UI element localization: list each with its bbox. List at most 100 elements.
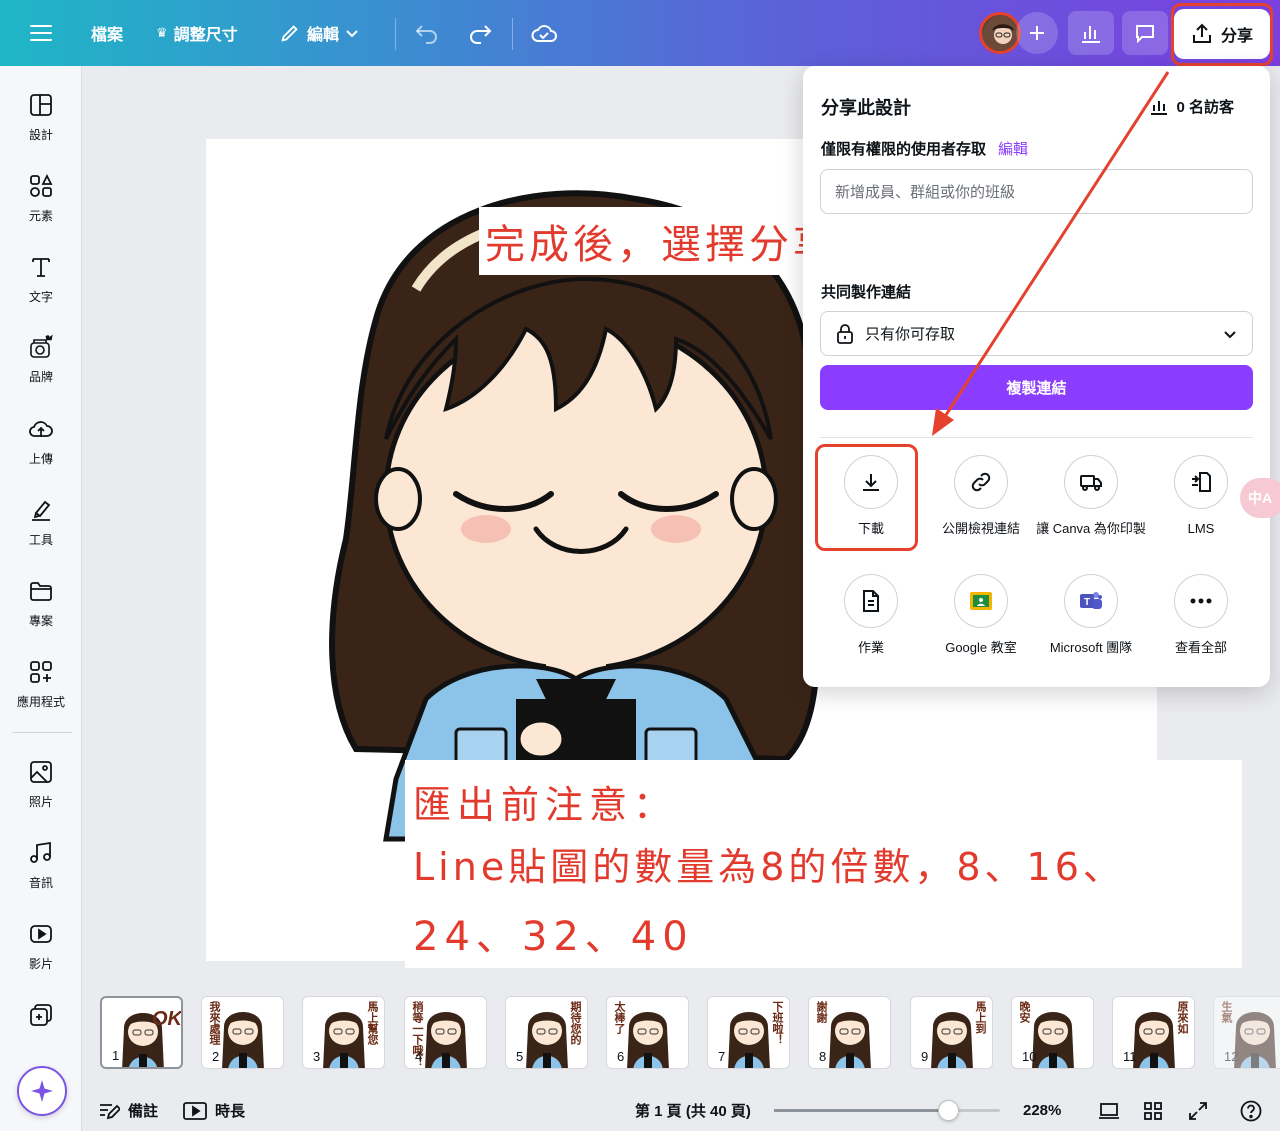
- thumbnail-number: 3: [313, 1049, 321, 1064]
- sidebar-item-design[interactable]: 設計: [0, 92, 82, 143]
- thumbnail-caption: 期待您的: [569, 1001, 581, 1045]
- page-view-button[interactable]: [1098, 1102, 1120, 1120]
- page-thumbnail[interactable]: 馬上幫您 3: [302, 996, 385, 1069]
- undo-icon: [415, 25, 437, 44]
- page-thumbnail[interactable]: 下班啦！ 7: [707, 996, 790, 1069]
- page-thumbnail[interactable]: 原來如 11: [1112, 996, 1195, 1069]
- folder-icon: [30, 582, 52, 601]
- access-edit-link[interactable]: 編輯: [998, 138, 1028, 159]
- add-collaborator-button[interactable]: [1016, 12, 1058, 54]
- sidebar-item-label: 品牌: [28, 370, 53, 384]
- document-icon: [863, 590, 879, 612]
- zoom-level[interactable]: 228%: [1023, 1102, 1061, 1119]
- note-line: 24、32、40: [413, 914, 694, 960]
- sidebar-item-elements[interactable]: 元素: [0, 173, 82, 224]
- option-label: 下載: [857, 521, 884, 536]
- lms-icon: [1192, 472, 1211, 492]
- edit-menu[interactable]: 編輯: [279, 0, 359, 66]
- duration-button[interactable]: 時長: [183, 1100, 245, 1121]
- visitor-count[interactable]: 0 名訪客: [1150, 96, 1234, 117]
- sidebar-item-projects[interactable]: 專案: [0, 578, 82, 629]
- page-thumbnail[interactable]: OK 1: [100, 996, 183, 1069]
- sidebar-item-label: 照片: [28, 795, 53, 809]
- sidebar-item-brand[interactable]: 品牌: [0, 334, 82, 385]
- thumbnail-caption: 太棒了: [613, 1001, 625, 1034]
- truck-icon: [1080, 475, 1102, 491]
- page-indicator[interactable]: 第 1 頁 (共 40 頁): [635, 1100, 751, 1121]
- page-thumbnail[interactable]: 期待您的 5: [505, 996, 588, 1069]
- add-people-placeholder: 新增成員、群組或你的班級: [835, 184, 1016, 201]
- page-thumbnail[interactable]: 謝謝 8: [808, 996, 891, 1069]
- page-thumbnail[interactable]: 生氣 12: [1213, 996, 1280, 1069]
- sidebar-item-photos[interactable]: 照片: [0, 759, 82, 810]
- cloud-save-status[interactable]: [530, 0, 558, 66]
- avatar[interactable]: [979, 12, 1021, 54]
- sparkle-icon: [31, 1080, 53, 1102]
- sidebar-item-videos[interactable]: 影片: [0, 921, 82, 972]
- thumbnail-caption: 謝謝: [815, 1001, 827, 1023]
- sidebar-item-label: 工具: [28, 533, 53, 547]
- copy-link-button[interactable]: 複製連結: [820, 365, 1253, 410]
- file-menu[interactable]: 檔案: [91, 0, 123, 66]
- link-access-value: 只有你可存取: [865, 326, 956, 343]
- bar-chart-icon: [1151, 100, 1168, 115]
- grid-view-button[interactable]: [1143, 1101, 1163, 1121]
- add-people-input[interactable]: 新增成員、群組或你的班級: [820, 169, 1253, 214]
- insights-button[interactable]: [1068, 11, 1114, 55]
- page-thumbnail[interactable]: 我來處理 2: [201, 996, 284, 1069]
- sidebar-item-tools[interactable]: 工具: [0, 497, 82, 548]
- magic-assistant-button[interactable]: [17, 1066, 67, 1116]
- translate-bubble[interactable]: 中A: [1240, 478, 1280, 518]
- zoom-slider[interactable]: [774, 1100, 1000, 1121]
- link-access-select[interactable]: 只有你可存取: [820, 311, 1253, 356]
- thumbnail-number: 2: [212, 1049, 220, 1064]
- sidebar-item-text[interactable]: 文字: [0, 254, 82, 305]
- page-info-label: 第 1 頁 (共 40 頁): [635, 1103, 751, 1120]
- comments-button[interactable]: [1122, 11, 1168, 55]
- share-option-see-all[interactable]: 查看全部: [1146, 574, 1256, 656]
- share-option-download[interactable]: 下載: [816, 455, 926, 537]
- note-line: 匯出前注意：: [413, 783, 678, 827]
- access-row: 僅限有權限的使用者存取 編輯: [821, 138, 1028, 159]
- text-icon: [32, 258, 50, 277]
- thumbnail-number: 6: [617, 1049, 625, 1064]
- thumbnail-number: 4: [415, 1049, 423, 1064]
- page-thumbnail[interactable]: 馬上到 9: [910, 996, 993, 1069]
- zoom-slider-knob[interactable]: [938, 1100, 959, 1121]
- share-button[interactable]: 分享: [1174, 9, 1270, 59]
- option-label: 作業: [857, 640, 884, 655]
- share-option-google-classroom[interactable]: Google 教室: [926, 574, 1036, 656]
- fullscreen-button[interactable]: [1188, 1101, 1208, 1121]
- share-option-print[interactable]: 讓 Canva 為你印製: [1036, 455, 1146, 537]
- option-label: Microsoft 團隊: [1049, 640, 1133, 655]
- grid-icon: [1144, 1101, 1162, 1120]
- menu-button[interactable]: [30, 0, 52, 66]
- more-apps-icon: [30, 1004, 52, 1026]
- page-thumbnail[interactable]: 晚安 10: [1011, 996, 1094, 1069]
- zoom-label: 228%: [1023, 1102, 1062, 1119]
- video-icon: [30, 925, 52, 943]
- sidebar-item-uploads[interactable]: 上傳: [0, 416, 82, 467]
- thumbnail-number: 11: [1123, 1049, 1137, 1064]
- notes-button[interactable]: 備註: [98, 1100, 158, 1121]
- thumbnail-number: 8: [819, 1049, 827, 1064]
- note-line: Line貼圖的數量為8的倍數，8、16、: [413, 845, 1125, 889]
- pen-tool-icon: [32, 500, 51, 521]
- page-thumbnail[interactable]: 太棒了 6: [606, 996, 689, 1069]
- sidebar-item-apps[interactable]: 應用程式: [0, 659, 82, 710]
- undo-button[interactable]: [414, 0, 440, 66]
- redo-button[interactable]: [467, 0, 493, 66]
- resize-menu[interactable]: ♛ 調整尺寸: [156, 0, 238, 66]
- sidebar-divider: [12, 732, 72, 733]
- thumbnail-caption: 下班啦！: [771, 1001, 783, 1045]
- sidebar-item-label: 音訊: [28, 876, 53, 890]
- share-option-teams[interactable]: T Microsoft 團隊: [1036, 574, 1146, 656]
- sidebar-item-audio[interactable]: 音訊: [0, 840, 82, 891]
- divider: [512, 18, 513, 50]
- share-option-assignment[interactable]: 作業: [816, 574, 926, 656]
- share-option-public-link[interactable]: 公開檢視連結: [926, 455, 1036, 537]
- page-view-icon: [1099, 1102, 1119, 1119]
- sidebar-item-more[interactable]: [0, 1002, 82, 1028]
- page-thumbnail[interactable]: 稍等一下哦！ 4: [404, 996, 487, 1069]
- help-button[interactable]: [1240, 1100, 1262, 1122]
